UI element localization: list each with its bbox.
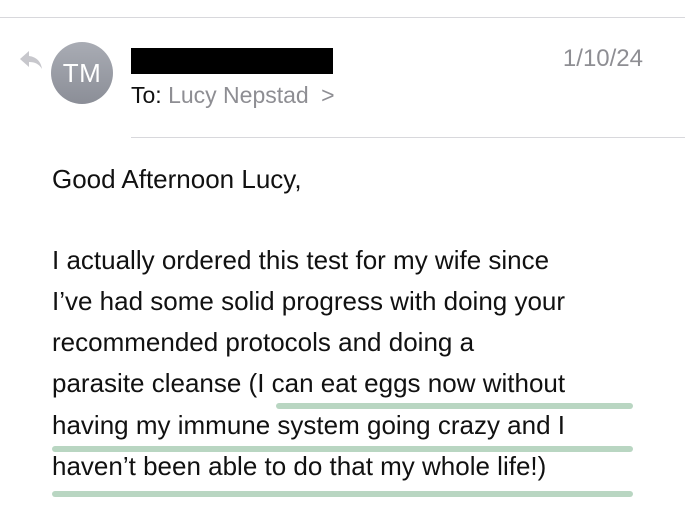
reply-arrow-icon[interactable] — [18, 49, 44, 71]
header-divider — [131, 137, 685, 138]
email-body-line: parasite cleanse (I can eat eggs now wit… — [52, 368, 566, 398]
text-highlight-underline — [276, 403, 633, 409]
recipient-line[interactable]: To: Lucy Nepstad > — [131, 82, 335, 109]
email-body-line: I actually ordered this test for my wife… — [52, 245, 550, 275]
chevron-right-icon[interactable]: > — [321, 82, 334, 108]
sender-name-redacted[interactable] — [131, 48, 333, 74]
recipient-name[interactable]: Lucy Nepstad — [168, 82, 309, 108]
top-divider — [0, 17, 685, 18]
email-greeting: Good Afternoon Lucy, — [52, 164, 302, 194]
email-body-line: having my immune system going crazy and … — [52, 410, 565, 440]
message-date: 1/10/24 — [562, 45, 643, 72]
text-highlight-underline — [52, 491, 633, 497]
email-body-line: recommended protocols and doing a — [52, 327, 475, 357]
avatar[interactable]: TM — [51, 42, 113, 104]
email-body-line: I’ve had some solid progress with doing … — [52, 286, 566, 316]
email-body-line: haven’t been able to do that my whole li… — [52, 451, 547, 481]
to-label: To: — [131, 82, 162, 108]
text-highlight-underline — [52, 446, 633, 452]
